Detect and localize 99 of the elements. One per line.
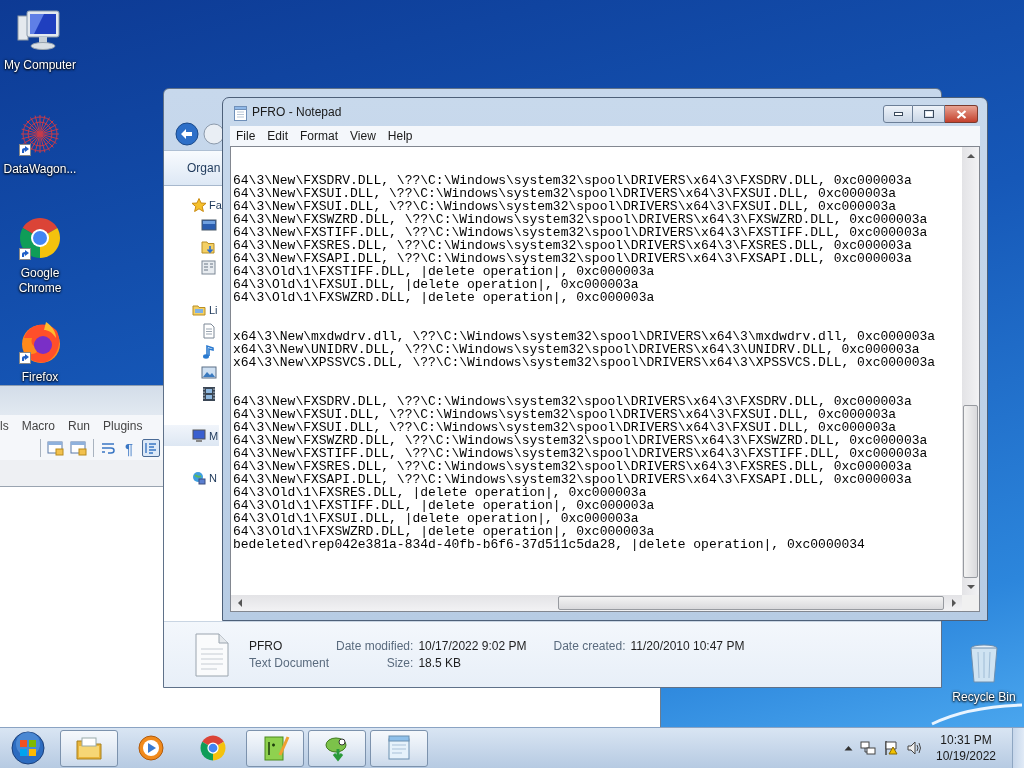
icon-label[interactable]: DataWagon... (3, 162, 77, 177)
close-button[interactable] (945, 105, 978, 123)
menu-item[interactable]: File (230, 129, 262, 143)
text-line: x64\3\New\mxdwdrv.dll, \??\C:\Windows\system32\spool\DRIVERS\x64\3\mxdwdrv.dll, 0xc000003a (233, 330, 937, 343)
screen-icon[interactable] (201, 217, 217, 234)
minimize-button[interactable] (883, 105, 913, 123)
film-icon[interactable] (201, 385, 217, 402)
menu-item[interactable]: Edit (261, 129, 295, 143)
text-line: 64\3\New\FXSRES.DLL, \??\C:\Windows\system32\spool\DRIVERS\x64\3\FXSRES.DLL, 0xc000003a (233, 460, 913, 473)
scroll-thumb[interactable] (963, 405, 978, 578)
taskbar-button[interactable] (308, 729, 366, 767)
text-line: 64\3\New\FXSWZRD.DLL, \??\C:\Windows\system32\spool\DRIVERS\x64\3\FXSWZRD.DLL, 0xc000003a (233, 434, 929, 447)
back-button[interactable] (175, 122, 199, 146)
text-line: 64\3\New\FXSAPI.DLL, \??\C:\Windows\system32\spool\DRIVERS\x64\3\FXSAPI.DLL, 0xc000003a (233, 473, 913, 486)
show-hidden-icons-button[interactable] (844, 745, 853, 751)
picture-icon[interactable] (201, 364, 217, 381)
text-line: bedeleted\rep042e381a-834d-40fb-b6f6-37d511c5da28, |delete operation|, 0xc0000034 (233, 538, 866, 551)
clock-date: 10/19/2022 (935, 748, 997, 764)
menu-item[interactable]: Format (294, 129, 345, 143)
pilcrow-button[interactable]: ¶ (122, 439, 137, 457)
text-line: 64\3\Old\1\FXSWZRD.DLL, |delete operation|, 0xc000003a (233, 525, 656, 538)
network-icon[interactable] (860, 740, 876, 756)
resize-grip[interactable] (962, 595, 979, 611)
wrap-icon[interactable] (100, 440, 116, 456)
text-line: 64\3\New\FXSDRV.DLL, \??\C:\Windows\system32\spool\DRIVERS\x64\3\FXSDRV.DLL, 0xc000003a (233, 395, 913, 408)
taskbar-button[interactable] (246, 729, 304, 767)
text-line: 64\3\Old\1\FXSRES.DLL, |delete operation|, 0xc000003a (233, 486, 647, 499)
maximize-icon (923, 110, 934, 118)
media-player-icon (136, 733, 166, 763)
text-line: x64\3\New\UNIDRV.DLL, \??\C:\Windows\system32\spool\DRIVERS\x64\3\UNIDRV.DLL, 0xc000003a (233, 343, 921, 356)
icon-label[interactable]: My Computer (4, 58, 76, 73)
text-line: x64\3\New\XPSSVCS.DLL, \??\C:\Windows\system32\spool\DRIVERS\x64\3\XPSSVCS.DLL, 0xc000003a (233, 356, 937, 369)
folder-icon (192, 302, 206, 317)
text-line: 64\3\New\FXSRES.DLL, \??\C:\Windows\system32\spool\DRIVERS\x64\3\FXSRES.DLL, 0xc000003a (233, 239, 913, 252)
text-line: 64\3\New\FXSAPI.DLL, \??\C:\Windows\system32\spool\DRIVERS\x64\3\FXSAPI.DLL, 0xc000003a (233, 252, 913, 265)
field-value: 10/17/2022 9:02 PM (418, 639, 527, 653)
field-value: 18.5 KB (418, 656, 463, 670)
close-icon (955, 109, 967, 119)
maximize-button[interactable] (913, 105, 945, 123)
text-line: 64\3\New\FXSWZRD.DLL, \??\C:\Windows\system32\spool\DRIVERS\x64\3\FXSWZRD.DLL, 0xc000003a (233, 213, 929, 226)
menu-item[interactable]: Macro (21, 418, 55, 433)
menu-item[interactable]: Help (381, 129, 419, 143)
document-icon (195, 632, 229, 677)
minimize-icon (893, 112, 903, 116)
computer-icon (192, 428, 206, 443)
speaker-icon[interactable] (906, 740, 922, 756)
nav-item[interactable]: N (164, 467, 218, 488)
text-line: 64\3\New\FXSUI.DLL, \??\C:\Windows\system32\spool\DRIVERS\x64\3\FXSUI.DLL, 0xc000003a (233, 200, 898, 213)
horizontal-scrollbar[interactable] (231, 595, 962, 611)
icon-label[interactable]: Firefox (21, 370, 59, 385)
music-note-icon[interactable] (201, 343, 217, 360)
menu-item[interactable]: Run (68, 418, 91, 433)
taskbar-button[interactable] (370, 729, 428, 767)
triangle-icon (965, 151, 976, 160)
menu-item[interactable]: View (344, 129, 382, 143)
file-name: PFRO (249, 639, 284, 653)
triangle-icon (949, 598, 958, 608)
text-line: 64\3\New\FXSDRV.DLL, \??\C:\Windows\system32\spool\DRIVERS\x64\3\FXSDRV.DLL, 0xc000003a (233, 174, 913, 187)
nav-item[interactable]: Li (164, 299, 219, 320)
taskbar-button[interactable] (60, 729, 118, 767)
nav-item[interactable]: Fa (164, 194, 223, 215)
text-line: 64\3\New\FXSUI.DLL, \??\C:\Windows\system32\spool\DRIVERS\x64\3\FXSUI.DLL, 0xc000003a (233, 408, 898, 421)
field-label: Date modified: (336, 639, 414, 653)
chrome-icon (198, 733, 228, 763)
start-button[interactable] (10, 730, 46, 766)
triangle-icon (965, 582, 976, 591)
network-icon (192, 470, 206, 485)
text-line: 64\3\New\FXSUI.DLL, \??\C:\Windows\system32\spool\DRIVERS\x64\3\FXSUI.DLL, 0xc000003a (233, 421, 898, 434)
text-line: 64\3\Old\1\FXSTIFF.DLL, |delete operation|, 0xc000003a (233, 499, 656, 512)
notepad-icon (234, 106, 247, 121)
file-type: Text Document (249, 656, 331, 670)
clock-time: 10:31 PM (940, 732, 992, 748)
field-value: 11/20/2010 10:47 PM (630, 639, 745, 653)
text-line: 64\3\Old\1\FXSWZRD.DLL, |delete operation|, 0xc000003a (233, 291, 656, 304)
text-line: 64\3\New\FXSUI.DLL, \??\C:\Windows\system32\spool\DRIVERS\x64\3\FXSUI.DLL, 0xc000003a (233, 187, 898, 200)
document-icon[interactable] (201, 322, 217, 339)
folder-icon[interactable] (201, 238, 217, 255)
text-line: 64\3\New\FXSTIFF.DLL, \??\C:\Windows\system32\spool\DRIVERS\x64\3\FXSTIFF.DLL, 0xc000003a (233, 226, 929, 239)
flag-warning-icon[interactable] (883, 740, 899, 756)
scroll-thumb[interactable] (558, 596, 944, 610)
text-line: 64\3\Old\1\FXSUI.DLL, |delete operation|, 0xc000003a (233, 278, 640, 291)
vertical-scrollbar[interactable] (962, 147, 979, 595)
text-line: 64\3\Old\1\FXSUI.DLL, |delete operation|, 0xc000003a (233, 512, 640, 525)
field-label: Size: (385, 656, 414, 670)
window-title: PFRO - Notepad (252, 105, 343, 119)
clock[interactable]: 10:31 PM 10/19/2022 (935, 732, 997, 764)
window-icon[interactable] (47, 440, 64, 456)
window-icon[interactable] (70, 440, 87, 456)
icon-label[interactable]: Google Chrome (0, 266, 80, 296)
star-icon (192, 197, 206, 212)
menu-item[interactable]: Plugins (103, 418, 143, 433)
field-label: Date created: (553, 639, 626, 653)
menu-item[interactable]: ls (0, 418, 9, 433)
text-line: 64\3\New\FXSTIFF.DLL, \??\C:\Windows\system32\spool\DRIVERS\x64\3\FXSTIFF.DLL, 0xc000003a (233, 447, 929, 460)
organize-menu[interactable]: Organ (187, 161, 221, 175)
nav-item[interactable]: M (164, 425, 220, 446)
text-line: 64\3\Old\1\FXSTIFF.DLL, |delete operation|, 0xc000003a (233, 265, 655, 278)
indent-guide-button[interactable] (142, 439, 161, 457)
indent-guide-icon (144, 441, 159, 455)
